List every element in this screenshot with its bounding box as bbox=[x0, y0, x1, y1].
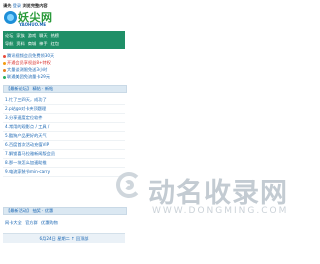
watermark-text: 动名收录网 bbox=[148, 178, 288, 209]
nav-item-chat[interactable]: 聊天 bbox=[39, 33, 47, 39]
link-cards[interactable]: 网卡大全 bbox=[5, 220, 22, 225]
section-header-events[interactable]: 【最新活动】 抽奖 · 优惠 bbox=[3, 207, 127, 215]
link-shopping[interactable]: 优惠购物 bbox=[41, 220, 58, 225]
nav-item-games[interactable]: 游戏 bbox=[28, 33, 36, 39]
post-link[interactable]: 4.常用的观影点 / 工具 / bbox=[5, 124, 49, 129]
nav-item-redpacket[interactable]: 红包 bbox=[51, 41, 59, 47]
post-link[interactable]: 3.分享速度定位软件 bbox=[5, 115, 43, 120]
main-nav: 论坛 家族 游戏 聊天 热榜 导航 资料 商城 神手 红包 bbox=[3, 31, 125, 49]
post-link[interactable]: 6.百度首次活动充值VIP bbox=[5, 142, 49, 147]
list-item[interactable]: 9.电流家装节min-carry bbox=[3, 168, 125, 177]
nav-row-2: 导航 资料 商城 神手 红包 bbox=[3, 41, 125, 47]
post-link[interactable]: 1.忙了三四天，成功了 bbox=[5, 97, 47, 102]
top-bar: 请先 登录 浏览完整内容 bbox=[3, 2, 125, 9]
post-link[interactable]: 9.电流家装节min-carry bbox=[5, 169, 50, 174]
announcement-link[interactable]: 大量谈测限免送3小时 bbox=[7, 67, 47, 72]
megaphone-icon bbox=[3, 68, 6, 72]
logo-emblem-icon bbox=[4, 11, 17, 24]
nav-item-hot[interactable]: 热榜 bbox=[51, 33, 59, 39]
announcement-item[interactable]: 联通美团免流量卡29元 bbox=[3, 73, 125, 80]
footer[interactable]: 6月24日 星期二 ↑ 回顶部 bbox=[3, 233, 125, 243]
list-item[interactable]: 1.忙了三四天，成功了 bbox=[3, 96, 125, 105]
section-title: 【最新活动】 抽奖 · 优惠 bbox=[6, 208, 54, 213]
nav-row-1: 论坛 家族 游戏 聊天 热榜 bbox=[3, 33, 125, 39]
tagline: 浏览完整内容 bbox=[22, 3, 48, 8]
post-link[interactable]: 8.那一块怎么加速助推 bbox=[5, 160, 47, 165]
list-item[interactable]: 3.分享速度定位软件 bbox=[3, 114, 125, 123]
nav-item-god[interactable]: 神手 bbox=[39, 41, 47, 47]
nav-item-profile[interactable]: 资料 bbox=[16, 41, 24, 47]
login-prompt: 请先 bbox=[3, 3, 12, 8]
list-item[interactable]: 8.那一块怎么加速助推 bbox=[3, 159, 125, 168]
nav-item-shop[interactable]: 商城 bbox=[28, 41, 36, 47]
login-link[interactable]: 登录 bbox=[13, 3, 21, 8]
watermark-url: WWW.DONGMING.COM bbox=[152, 206, 289, 216]
footer-text[interactable]: 6月24日 星期二 ↑ 回顶部 bbox=[40, 236, 89, 241]
list-item[interactable]: 7.解锁喜马拉雅新闻版会员 bbox=[3, 150, 125, 159]
nav-item-forum[interactable]: 论坛 bbox=[5, 33, 13, 39]
list-item[interactable]: 2.p站go对卡夹顶题理 bbox=[3, 105, 125, 114]
quick-links: 网卡大全 官方群 优惠购物 bbox=[3, 219, 127, 226]
post-link[interactable]: 2.p站go对卡夹顶题理 bbox=[5, 106, 46, 111]
link-official-group[interactable]: 官方群 bbox=[25, 220, 38, 225]
section-title: 【最新论坛】 精帖 · 新帖 bbox=[6, 86, 54, 91]
post-link[interactable]: 7.解锁喜马拉雅新闻版会员 bbox=[5, 151, 55, 156]
post-list: 1.忙了三四天，成功了 2.p站go对卡夹顶题理 3.分享速度定位软件 4.常用… bbox=[3, 96, 125, 177]
section-header-forum[interactable]: 【最新论坛】 精帖 · 新帖 bbox=[3, 85, 127, 93]
logo-subtitle: YAOHUO.ME bbox=[19, 22, 47, 27]
page: 请先 登录 浏览完整内容 妖尖网 YAOHUO.ME 论坛 家族 游戏 聊天 热… bbox=[0, 0, 287, 264]
announcement-link[interactable]: 联通美团免流量卡29元 bbox=[7, 74, 50, 79]
star-icon bbox=[3, 61, 6, 65]
announcement-item[interactable]: 腾讯视频会员免费领30天 bbox=[3, 52, 125, 59]
fire-icon bbox=[3, 54, 6, 58]
announcement-list: 腾讯视频会员免费领30天 开通会员享权益8+特权 大量谈测限免送3小时 联通美团… bbox=[3, 52, 125, 80]
list-item[interactable]: 5.酷狗产品更好的天气 bbox=[3, 132, 125, 141]
watermark-logo-icon bbox=[116, 170, 146, 200]
nav-item-family[interactable]: 家族 bbox=[16, 33, 24, 39]
list-item[interactable]: 6.百度首次活动充值VIP bbox=[3, 141, 125, 150]
announcement-link[interactable]: 腾讯视频会员免费领30天 bbox=[7, 53, 54, 58]
list-item[interactable]: 4.常用的观影点 / 工具 / bbox=[3, 123, 125, 132]
announcement-item[interactable]: 大量谈测限免送3小时 bbox=[3, 66, 125, 73]
site-logo[interactable]: 妖尖网 YAOHUO.ME bbox=[3, 9, 53, 30]
post-link[interactable]: 5.酷狗产品更好的天气 bbox=[5, 133, 47, 138]
sim-card-icon bbox=[3, 75, 6, 79]
watermark: 动名收录网 WWW.DONGMING.COM bbox=[116, 170, 287, 230]
announcement-item[interactable]: 开通会员享权益8+特权 bbox=[3, 59, 125, 66]
nav-item-guide[interactable]: 导航 bbox=[5, 41, 13, 47]
announcement-link[interactable]: 开通会员享权益8+特权 bbox=[7, 60, 51, 65]
